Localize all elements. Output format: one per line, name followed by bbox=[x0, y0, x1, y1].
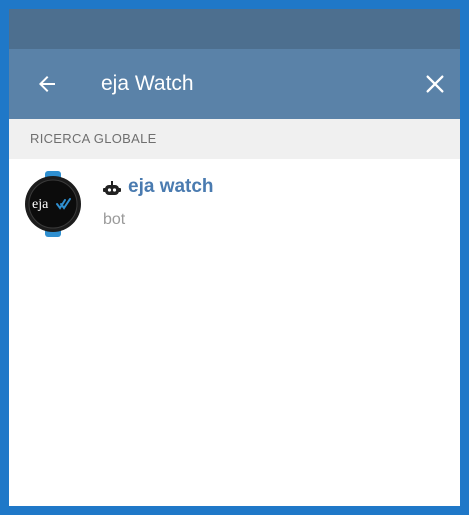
search-app-bar bbox=[9, 49, 460, 119]
arrow-left-icon[interactable] bbox=[35, 72, 59, 96]
section-header-global-search: RICERCA GLOBALE bbox=[9, 119, 460, 159]
status-bar bbox=[9, 9, 460, 49]
result-subtitle: bot bbox=[103, 211, 126, 228]
bot-icon bbox=[103, 181, 121, 195]
search-input[interactable] bbox=[101, 67, 401, 101]
search-result-row[interactable]: eja eja watch bot bbox=[9, 159, 460, 249]
result-title[interactable]: eja watch bbox=[128, 176, 214, 198]
close-icon[interactable] bbox=[424, 73, 446, 95]
app-window: RICERCA GLOBALE eja eja watch bot bbox=[0, 0, 469, 515]
avatar-text: eja bbox=[32, 197, 49, 212]
avatar: eja bbox=[25, 171, 81, 237]
